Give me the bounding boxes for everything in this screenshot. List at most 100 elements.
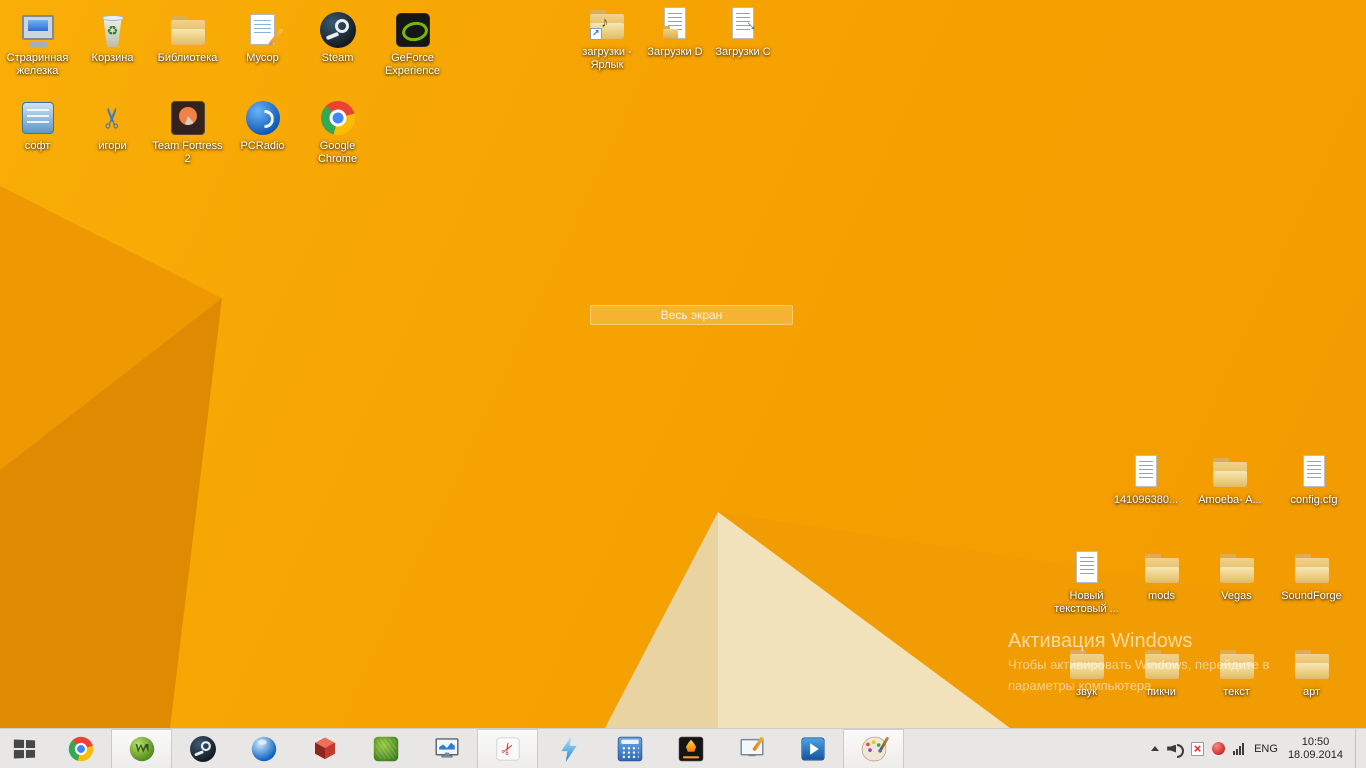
fullscreen-osd-text: Весь экран — [660, 308, 723, 322]
desktop-icon-downloads-c[interactable]: Загрузки C — [709, 2, 777, 72]
desktop-icon-downloads-shortcut[interactable]: загрузки - Ярлык — [573, 2, 641, 72]
greentile-icon — [371, 735, 400, 764]
desktop-icon-label: PCRadio — [240, 140, 285, 152]
desktop-icon-art[interactable]: арт — [1274, 642, 1349, 699]
system-tray: ENG 10:50 18.09.2014 — [1145, 729, 1366, 768]
desktop-icon-config-cfg[interactable]: config.cfg — [1272, 450, 1356, 507]
desktop-icon-old-hardware[interactable]: Страринная железка — [0, 8, 75, 78]
desktop-icon-label: Библиотека — [157, 52, 218, 64]
desktop-icons-right-row2: Новый текстовый ... mods Vegas SoundForge — [1049, 546, 1349, 616]
desktop-icon-label: Vegas — [1221, 590, 1252, 602]
hidden-icons-chevron-icon[interactable] — [1151, 746, 1160, 751]
desktop-icon-library[interactable]: Библиотека — [150, 8, 225, 78]
desktop-icon-geforce-experience[interactable]: GeForce Experience — [375, 8, 450, 78]
desktop-icon-mods[interactable]: mods — [1124, 546, 1199, 616]
desktop-icon-recycle-bin[interactable]: Корзина — [75, 8, 150, 78]
desktop-icon-soundforge[interactable]: SoundForge — [1274, 546, 1349, 616]
textfile-icon — [1294, 452, 1334, 492]
red-status-icon[interactable] — [1212, 742, 1226, 755]
desktop-icon-vegas[interactable]: Vegas — [1199, 546, 1274, 616]
taskbar-app-chrome[interactable] — [50, 729, 111, 768]
pcradio-icon — [243, 98, 283, 138]
steam-icon — [188, 735, 217, 764]
geforce-icon — [393, 10, 433, 50]
desktop-icon-steam[interactable]: Steam — [300, 8, 375, 78]
desktop-icon-igori[interactable]: игори — [75, 96, 150, 166]
bluesphere-icon — [249, 735, 278, 764]
taskbar-app-snipping-tool[interactable] — [477, 729, 538, 768]
desktop-icon-label: mods — [1148, 590, 1175, 602]
monitorstats-icon — [432, 735, 461, 764]
taskbar-app-video-player[interactable] — [782, 729, 843, 768]
taskbar-app-green-tile-app[interactable] — [355, 729, 416, 768]
desktop-icon-label: Загрузки C — [715, 46, 771, 58]
desktop-icon-label: Новый текстовый ... — [1054, 590, 1119, 615]
desktop-icons-right-row1: 141096380... Amoeba- A... config.cfg — [1104, 450, 1356, 507]
scissors-icon — [93, 98, 133, 138]
desktop-icon-label: Мусор — [246, 52, 279, 64]
desktop-icon-label: арт — [1302, 686, 1321, 698]
oldpc-icon — [18, 10, 58, 50]
taskbar: ENG 10:50 18.09.2014 — [0, 728, 1366, 768]
recycle-icon — [93, 10, 133, 50]
alert-x-icon[interactable] — [1191, 741, 1205, 756]
taskbar-app-steam[interactable] — [172, 729, 233, 768]
taskbar-app-flame-game[interactable] — [660, 729, 721, 768]
shortcut-arrow-icon — [590, 28, 602, 40]
taskbar-app-system-monitor[interactable] — [416, 729, 477, 768]
palette-icon — [859, 735, 889, 764]
folder-icon — [1142, 644, 1182, 684]
taskbar-app-screen-editor[interactable] — [721, 729, 782, 768]
taskbar-app-calculator[interactable] — [599, 729, 660, 768]
desktop-icon-label: звук — [1076, 686, 1097, 698]
textfile-icon — [1067, 548, 1107, 588]
desktop-icon-label: config.cfg — [1290, 494, 1338, 506]
desktop-icon-numbered-file[interactable]: 141096380... — [1104, 450, 1188, 507]
screen: Страринная железка Корзина Библиотека Мусор… — [0, 0, 1366, 768]
taskbar-app-paint-palette[interactable] — [843, 729, 904, 768]
clock[interactable]: 10:50 18.09.2014 — [1288, 736, 1343, 762]
desktop-icon-google-chrome[interactable]: Google Chrome — [300, 96, 375, 166]
desktop-icon-downloads-d[interactable]: Загрузки D — [641, 2, 709, 72]
pencilmonitor-icon — [737, 735, 766, 764]
desktop-icon-label: Google Chrome — [317, 140, 358, 165]
notes-icon — [243, 10, 284, 50]
taskbar-app-green-ball-app[interactable] — [111, 729, 172, 768]
lightning-icon — [554, 735, 583, 764]
soft-icon — [18, 98, 58, 138]
tf2-icon — [168, 98, 208, 138]
desktop-icon-zvuk[interactable]: звук — [1049, 642, 1124, 699]
taskbar-app-red-cube-app[interactable] — [294, 729, 355, 768]
steam-icon — [318, 10, 358, 50]
desktop: Страринная железка Корзина Библиотека Мусор… — [0, 0, 1366, 728]
show-desktop-button[interactable] — [1355, 729, 1362, 768]
snip-icon — [493, 735, 522, 764]
desktop-icon-label: пикчи — [1147, 686, 1176, 698]
desktop-icon-musor-notes[interactable]: Мусор — [225, 8, 300, 78]
desktop-icon-pcradio[interactable]: PCRadio — [225, 96, 300, 166]
greenball-icon — [127, 735, 156, 764]
desktop-icon-pikchi[interactable]: пикчи — [1124, 642, 1199, 699]
desktop-icon-new-text-document[interactable]: Новый текстовый ... — [1049, 546, 1124, 616]
volume-icon[interactable] — [1167, 742, 1185, 758]
desktop-icon-label: софт — [24, 140, 51, 152]
taskbar-app-blue-sphere-app[interactable] — [233, 729, 294, 768]
redcube-icon — [310, 735, 339, 764]
chrome-icon — [66, 735, 95, 764]
tray-date: 18.09.2014 — [1287, 748, 1343, 761]
desktop-icon-soft[interactable]: софт — [0, 96, 75, 166]
desktop-icon-label: Страринная железка — [6, 52, 69, 77]
desktop-icons-top-center: загрузки - Ярлык Загрузки D Загрузки C — [573, 2, 777, 72]
network-signal-icon[interactable] — [1233, 742, 1245, 755]
desktop-icon-label: Steam — [321, 52, 354, 64]
desktop-icon-tekst[interactable]: текст — [1199, 642, 1274, 699]
taskbar-app-lightning-app[interactable] — [538, 729, 599, 768]
desktop-icon-team-fortress-2[interactable]: Team Fortress 2 — [150, 96, 225, 166]
desktop-icon-label: Корзина — [91, 52, 134, 64]
folder-icon — [1217, 548, 1257, 588]
start-button[interactable] — [0, 729, 50, 768]
bluevideo-icon — [798, 735, 827, 764]
flamegame-icon — [676, 735, 705, 764]
desktop-icon-amoeba[interactable]: Amoeba- A... — [1188, 450, 1272, 507]
language-indicator[interactable]: ENG — [1252, 743, 1280, 755]
